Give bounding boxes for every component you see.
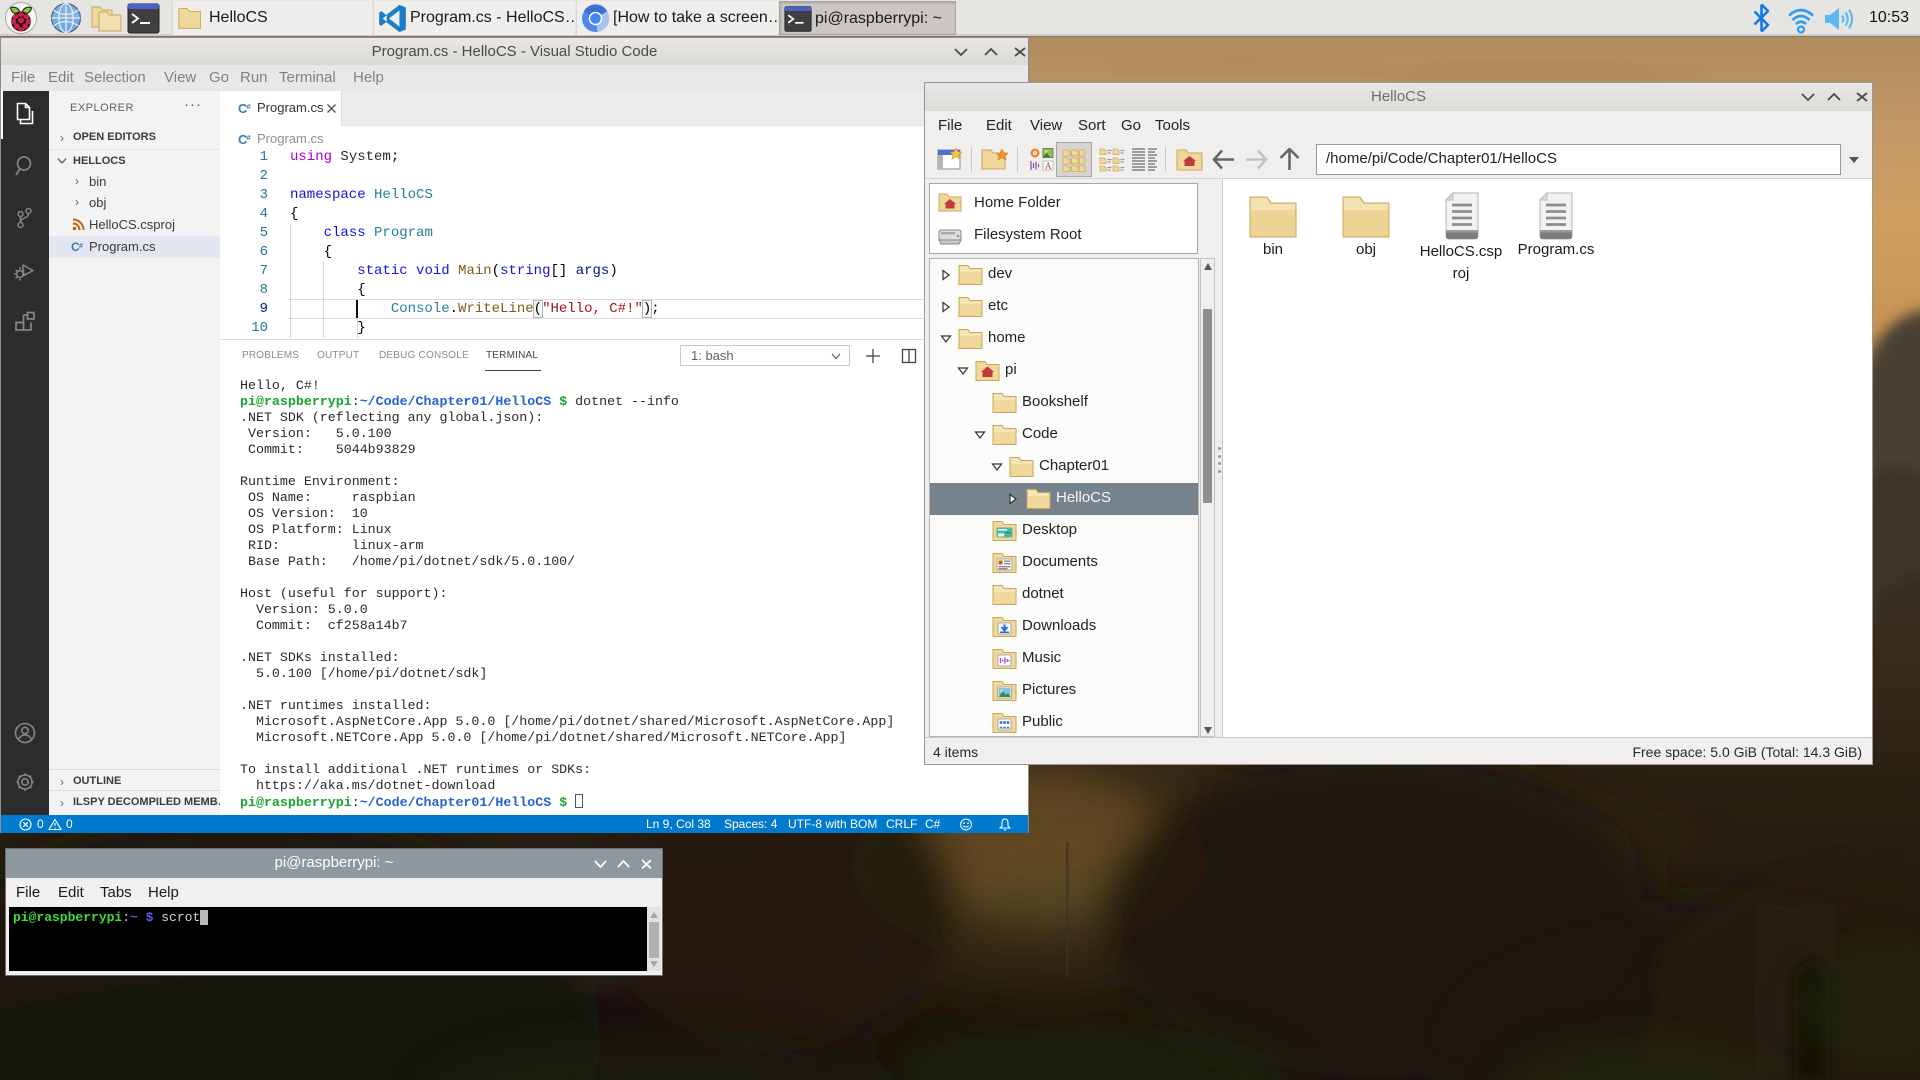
svg-text:#: # xyxy=(247,133,252,142)
svg-text:A: A xyxy=(1045,161,1052,171)
svg-text:#: # xyxy=(247,102,252,111)
svg-text:#: # xyxy=(79,243,83,250)
